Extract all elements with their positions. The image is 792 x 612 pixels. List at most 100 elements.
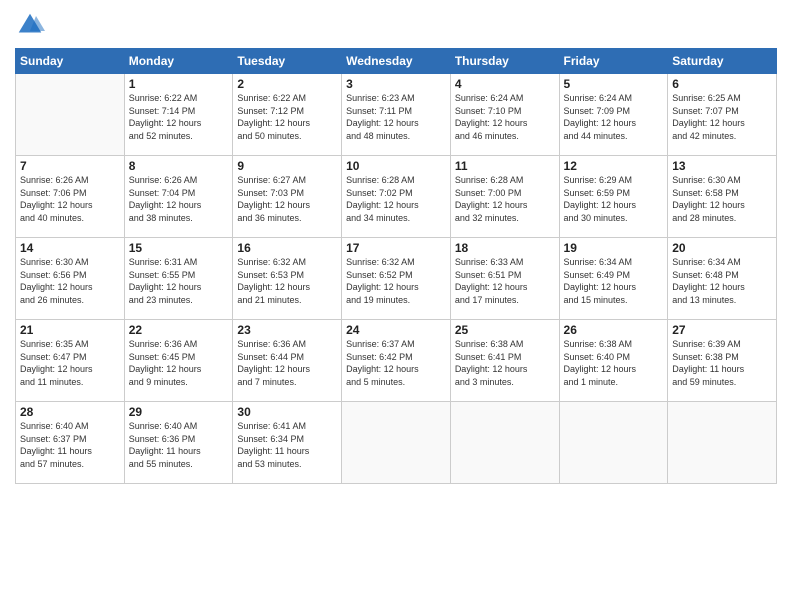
day-cell: 18Sunrise: 6:33 AM Sunset: 6:51 PM Dayli… bbox=[450, 238, 559, 320]
day-info: Sunrise: 6:28 AM Sunset: 7:02 PM Dayligh… bbox=[346, 174, 446, 224]
day-number: 1 bbox=[129, 77, 229, 91]
day-number: 25 bbox=[455, 323, 555, 337]
day-number: 18 bbox=[455, 241, 555, 255]
day-cell: 12Sunrise: 6:29 AM Sunset: 6:59 PM Dayli… bbox=[559, 156, 668, 238]
col-header-thursday: Thursday bbox=[450, 49, 559, 74]
day-info: Sunrise: 6:34 AM Sunset: 6:48 PM Dayligh… bbox=[672, 256, 772, 306]
day-cell: 14Sunrise: 6:30 AM Sunset: 6:56 PM Dayli… bbox=[16, 238, 125, 320]
day-cell bbox=[668, 402, 777, 484]
week-row-1: 1Sunrise: 6:22 AM Sunset: 7:14 PM Daylig… bbox=[16, 74, 777, 156]
col-header-friday: Friday bbox=[559, 49, 668, 74]
day-cell: 28Sunrise: 6:40 AM Sunset: 6:37 PM Dayli… bbox=[16, 402, 125, 484]
day-info: Sunrise: 6:25 AM Sunset: 7:07 PM Dayligh… bbox=[672, 92, 772, 142]
day-info: Sunrise: 6:22 AM Sunset: 7:12 PM Dayligh… bbox=[237, 92, 337, 142]
day-cell: 11Sunrise: 6:28 AM Sunset: 7:00 PM Dayli… bbox=[450, 156, 559, 238]
day-cell: 8Sunrise: 6:26 AM Sunset: 7:04 PM Daylig… bbox=[124, 156, 233, 238]
day-info: Sunrise: 6:39 AM Sunset: 6:38 PM Dayligh… bbox=[672, 338, 772, 388]
day-number: 8 bbox=[129, 159, 229, 173]
day-cell bbox=[450, 402, 559, 484]
day-number: 21 bbox=[20, 323, 120, 337]
week-row-3: 14Sunrise: 6:30 AM Sunset: 6:56 PM Dayli… bbox=[16, 238, 777, 320]
header bbox=[15, 10, 777, 40]
day-info: Sunrise: 6:41 AM Sunset: 6:34 PM Dayligh… bbox=[237, 420, 337, 470]
day-info: Sunrise: 6:34 AM Sunset: 6:49 PM Dayligh… bbox=[564, 256, 664, 306]
day-info: Sunrise: 6:38 AM Sunset: 6:40 PM Dayligh… bbox=[564, 338, 664, 388]
day-number: 29 bbox=[129, 405, 229, 419]
day-number: 28 bbox=[20, 405, 120, 419]
logo-icon bbox=[15, 10, 45, 40]
calendar-table: SundayMondayTuesdayWednesdayThursdayFrid… bbox=[15, 48, 777, 484]
day-cell: 17Sunrise: 6:32 AM Sunset: 6:52 PM Dayli… bbox=[342, 238, 451, 320]
day-cell: 10Sunrise: 6:28 AM Sunset: 7:02 PM Dayli… bbox=[342, 156, 451, 238]
header-row: SundayMondayTuesdayWednesdayThursdayFrid… bbox=[16, 49, 777, 74]
day-info: Sunrise: 6:35 AM Sunset: 6:47 PM Dayligh… bbox=[20, 338, 120, 388]
day-info: Sunrise: 6:31 AM Sunset: 6:55 PM Dayligh… bbox=[129, 256, 229, 306]
day-cell: 29Sunrise: 6:40 AM Sunset: 6:36 PM Dayli… bbox=[124, 402, 233, 484]
day-cell: 20Sunrise: 6:34 AM Sunset: 6:48 PM Dayli… bbox=[668, 238, 777, 320]
day-info: Sunrise: 6:24 AM Sunset: 7:09 PM Dayligh… bbox=[564, 92, 664, 142]
day-number: 4 bbox=[455, 77, 555, 91]
day-cell: 2Sunrise: 6:22 AM Sunset: 7:12 PM Daylig… bbox=[233, 74, 342, 156]
day-cell: 30Sunrise: 6:41 AM Sunset: 6:34 PM Dayli… bbox=[233, 402, 342, 484]
day-number: 12 bbox=[564, 159, 664, 173]
day-info: Sunrise: 6:38 AM Sunset: 6:41 PM Dayligh… bbox=[455, 338, 555, 388]
day-cell: 7Sunrise: 6:26 AM Sunset: 7:06 PM Daylig… bbox=[16, 156, 125, 238]
day-info: Sunrise: 6:30 AM Sunset: 6:56 PM Dayligh… bbox=[20, 256, 120, 306]
day-number: 6 bbox=[672, 77, 772, 91]
day-cell: 19Sunrise: 6:34 AM Sunset: 6:49 PM Dayli… bbox=[559, 238, 668, 320]
day-info: Sunrise: 6:29 AM Sunset: 6:59 PM Dayligh… bbox=[564, 174, 664, 224]
day-number: 20 bbox=[672, 241, 772, 255]
day-number: 2 bbox=[237, 77, 337, 91]
day-info: Sunrise: 6:32 AM Sunset: 6:53 PM Dayligh… bbox=[237, 256, 337, 306]
day-info: Sunrise: 6:36 AM Sunset: 6:44 PM Dayligh… bbox=[237, 338, 337, 388]
week-row-4: 21Sunrise: 6:35 AM Sunset: 6:47 PM Dayli… bbox=[16, 320, 777, 402]
day-info: Sunrise: 6:37 AM Sunset: 6:42 PM Dayligh… bbox=[346, 338, 446, 388]
day-number: 27 bbox=[672, 323, 772, 337]
day-info: Sunrise: 6:26 AM Sunset: 7:06 PM Dayligh… bbox=[20, 174, 120, 224]
day-info: Sunrise: 6:27 AM Sunset: 7:03 PM Dayligh… bbox=[237, 174, 337, 224]
day-cell bbox=[16, 74, 125, 156]
day-cell: 3Sunrise: 6:23 AM Sunset: 7:11 PM Daylig… bbox=[342, 74, 451, 156]
day-info: Sunrise: 6:28 AM Sunset: 7:00 PM Dayligh… bbox=[455, 174, 555, 224]
col-header-wednesday: Wednesday bbox=[342, 49, 451, 74]
day-cell: 21Sunrise: 6:35 AM Sunset: 6:47 PM Dayli… bbox=[16, 320, 125, 402]
day-number: 3 bbox=[346, 77, 446, 91]
day-info: Sunrise: 6:40 AM Sunset: 6:37 PM Dayligh… bbox=[20, 420, 120, 470]
day-cell: 16Sunrise: 6:32 AM Sunset: 6:53 PM Dayli… bbox=[233, 238, 342, 320]
day-number: 30 bbox=[237, 405, 337, 419]
day-cell: 5Sunrise: 6:24 AM Sunset: 7:09 PM Daylig… bbox=[559, 74, 668, 156]
day-info: Sunrise: 6:36 AM Sunset: 6:45 PM Dayligh… bbox=[129, 338, 229, 388]
week-row-5: 28Sunrise: 6:40 AM Sunset: 6:37 PM Dayli… bbox=[16, 402, 777, 484]
day-cell: 27Sunrise: 6:39 AM Sunset: 6:38 PM Dayli… bbox=[668, 320, 777, 402]
day-cell: 1Sunrise: 6:22 AM Sunset: 7:14 PM Daylig… bbox=[124, 74, 233, 156]
day-number: 19 bbox=[564, 241, 664, 255]
day-number: 7 bbox=[20, 159, 120, 173]
day-cell: 25Sunrise: 6:38 AM Sunset: 6:41 PM Dayli… bbox=[450, 320, 559, 402]
day-info: Sunrise: 6:40 AM Sunset: 6:36 PM Dayligh… bbox=[129, 420, 229, 470]
day-number: 13 bbox=[672, 159, 772, 173]
day-number: 11 bbox=[455, 159, 555, 173]
day-cell: 9Sunrise: 6:27 AM Sunset: 7:03 PM Daylig… bbox=[233, 156, 342, 238]
day-cell: 26Sunrise: 6:38 AM Sunset: 6:40 PM Dayli… bbox=[559, 320, 668, 402]
day-number: 9 bbox=[237, 159, 337, 173]
day-info: Sunrise: 6:23 AM Sunset: 7:11 PM Dayligh… bbox=[346, 92, 446, 142]
day-number: 15 bbox=[129, 241, 229, 255]
day-cell: 13Sunrise: 6:30 AM Sunset: 6:58 PM Dayli… bbox=[668, 156, 777, 238]
day-number: 24 bbox=[346, 323, 446, 337]
day-cell: 4Sunrise: 6:24 AM Sunset: 7:10 PM Daylig… bbox=[450, 74, 559, 156]
day-cell: 23Sunrise: 6:36 AM Sunset: 6:44 PM Dayli… bbox=[233, 320, 342, 402]
logo bbox=[15, 10, 49, 40]
day-cell bbox=[559, 402, 668, 484]
col-header-sunday: Sunday bbox=[16, 49, 125, 74]
day-cell: 15Sunrise: 6:31 AM Sunset: 6:55 PM Dayli… bbox=[124, 238, 233, 320]
day-info: Sunrise: 6:24 AM Sunset: 7:10 PM Dayligh… bbox=[455, 92, 555, 142]
col-header-saturday: Saturday bbox=[668, 49, 777, 74]
col-header-tuesday: Tuesday bbox=[233, 49, 342, 74]
day-number: 5 bbox=[564, 77, 664, 91]
day-info: Sunrise: 6:33 AM Sunset: 6:51 PM Dayligh… bbox=[455, 256, 555, 306]
day-number: 23 bbox=[237, 323, 337, 337]
day-cell: 22Sunrise: 6:36 AM Sunset: 6:45 PM Dayli… bbox=[124, 320, 233, 402]
day-cell: 24Sunrise: 6:37 AM Sunset: 6:42 PM Dayli… bbox=[342, 320, 451, 402]
week-row-2: 7Sunrise: 6:26 AM Sunset: 7:06 PM Daylig… bbox=[16, 156, 777, 238]
day-number: 16 bbox=[237, 241, 337, 255]
